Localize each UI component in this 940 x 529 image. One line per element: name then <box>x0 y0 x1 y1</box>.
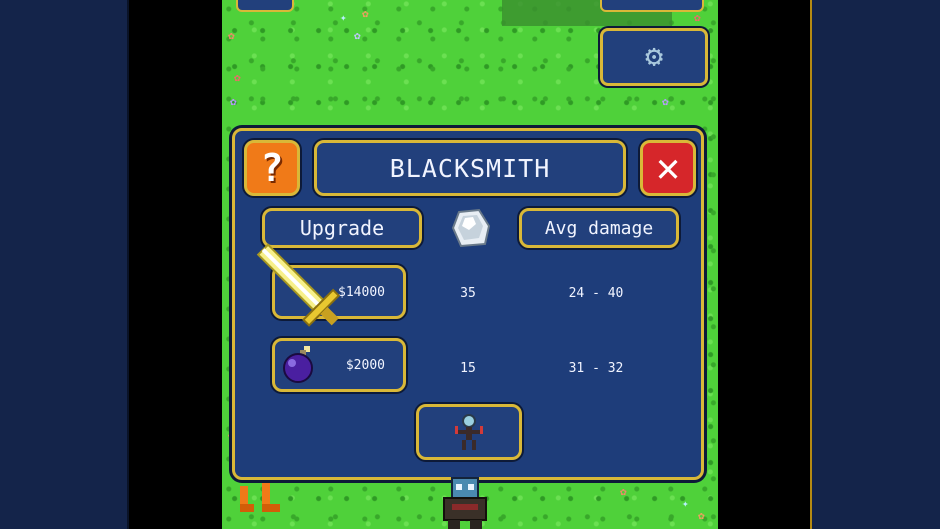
flower-icon: ✿ <box>362 7 369 20</box>
flower-icon: ✦ <box>682 497 689 510</box>
hero-button[interactable] <box>416 404 522 460</box>
flower-icon: ✿ <box>694 11 701 24</box>
left-sidebar-background <box>0 0 128 529</box>
flower-icon: ✿ <box>354 29 361 42</box>
left-letterbox <box>129 0 222 529</box>
bomb-price: $2000 <box>345 357 385 373</box>
hero-character-icon <box>443 477 487 529</box>
flower-icon: ✿ <box>698 509 705 522</box>
dialog-title: BLACKSMITH <box>389 153 551 183</box>
bomb-icon <box>283 346 313 383</box>
bomb-avg-damage: 31 - 32 <box>568 361 624 376</box>
avg-damage-column-header: Avg damage <box>519 208 679 248</box>
upgrade-column-header: Upgrade <box>262 208 422 248</box>
right-letterbox <box>718 0 811 529</box>
bomb-stat-value: 15 <box>460 361 476 376</box>
avg-damage-label: Avg damage <box>544 217 654 239</box>
flower-icon: ✿ <box>662 95 669 108</box>
flower-icon: ✿ <box>230 95 237 108</box>
orange-creature-icon <box>240 482 280 512</box>
right-sidebar-background <box>812 0 940 529</box>
close-icon: ✕ <box>655 145 681 191</box>
flower-icon: ✿ <box>234 71 241 84</box>
sword-stat-value: 35 <box>460 286 476 301</box>
settings-button[interactable]: ⚙ <box>600 28 708 86</box>
hero-icon <box>455 414 483 450</box>
help-button[interactable]: ? <box>244 140 300 196</box>
upgrade-label: Upgrade <box>299 216 385 240</box>
flower-icon: ✿ <box>228 29 235 42</box>
sword-avg-damage: 24 - 40 <box>568 286 624 301</box>
sword-price: $14000 <box>338 284 385 300</box>
buy-sword-button[interactable]: $14000 <box>272 265 406 319</box>
top-right-button-edge[interactable] <box>600 0 704 12</box>
stone-icon <box>451 208 491 248</box>
gear-icon: ⚙ <box>644 39 664 74</box>
top-left-button-edge[interactable] <box>236 0 294 12</box>
flower-icon: ✿ <box>620 485 627 498</box>
flower-icon: ✦ <box>340 11 347 24</box>
close-button[interactable]: ✕ <box>640 140 696 196</box>
question-mark-icon: ? <box>260 146 284 190</box>
dialog-title-box: BLACKSMITH <box>314 140 626 196</box>
